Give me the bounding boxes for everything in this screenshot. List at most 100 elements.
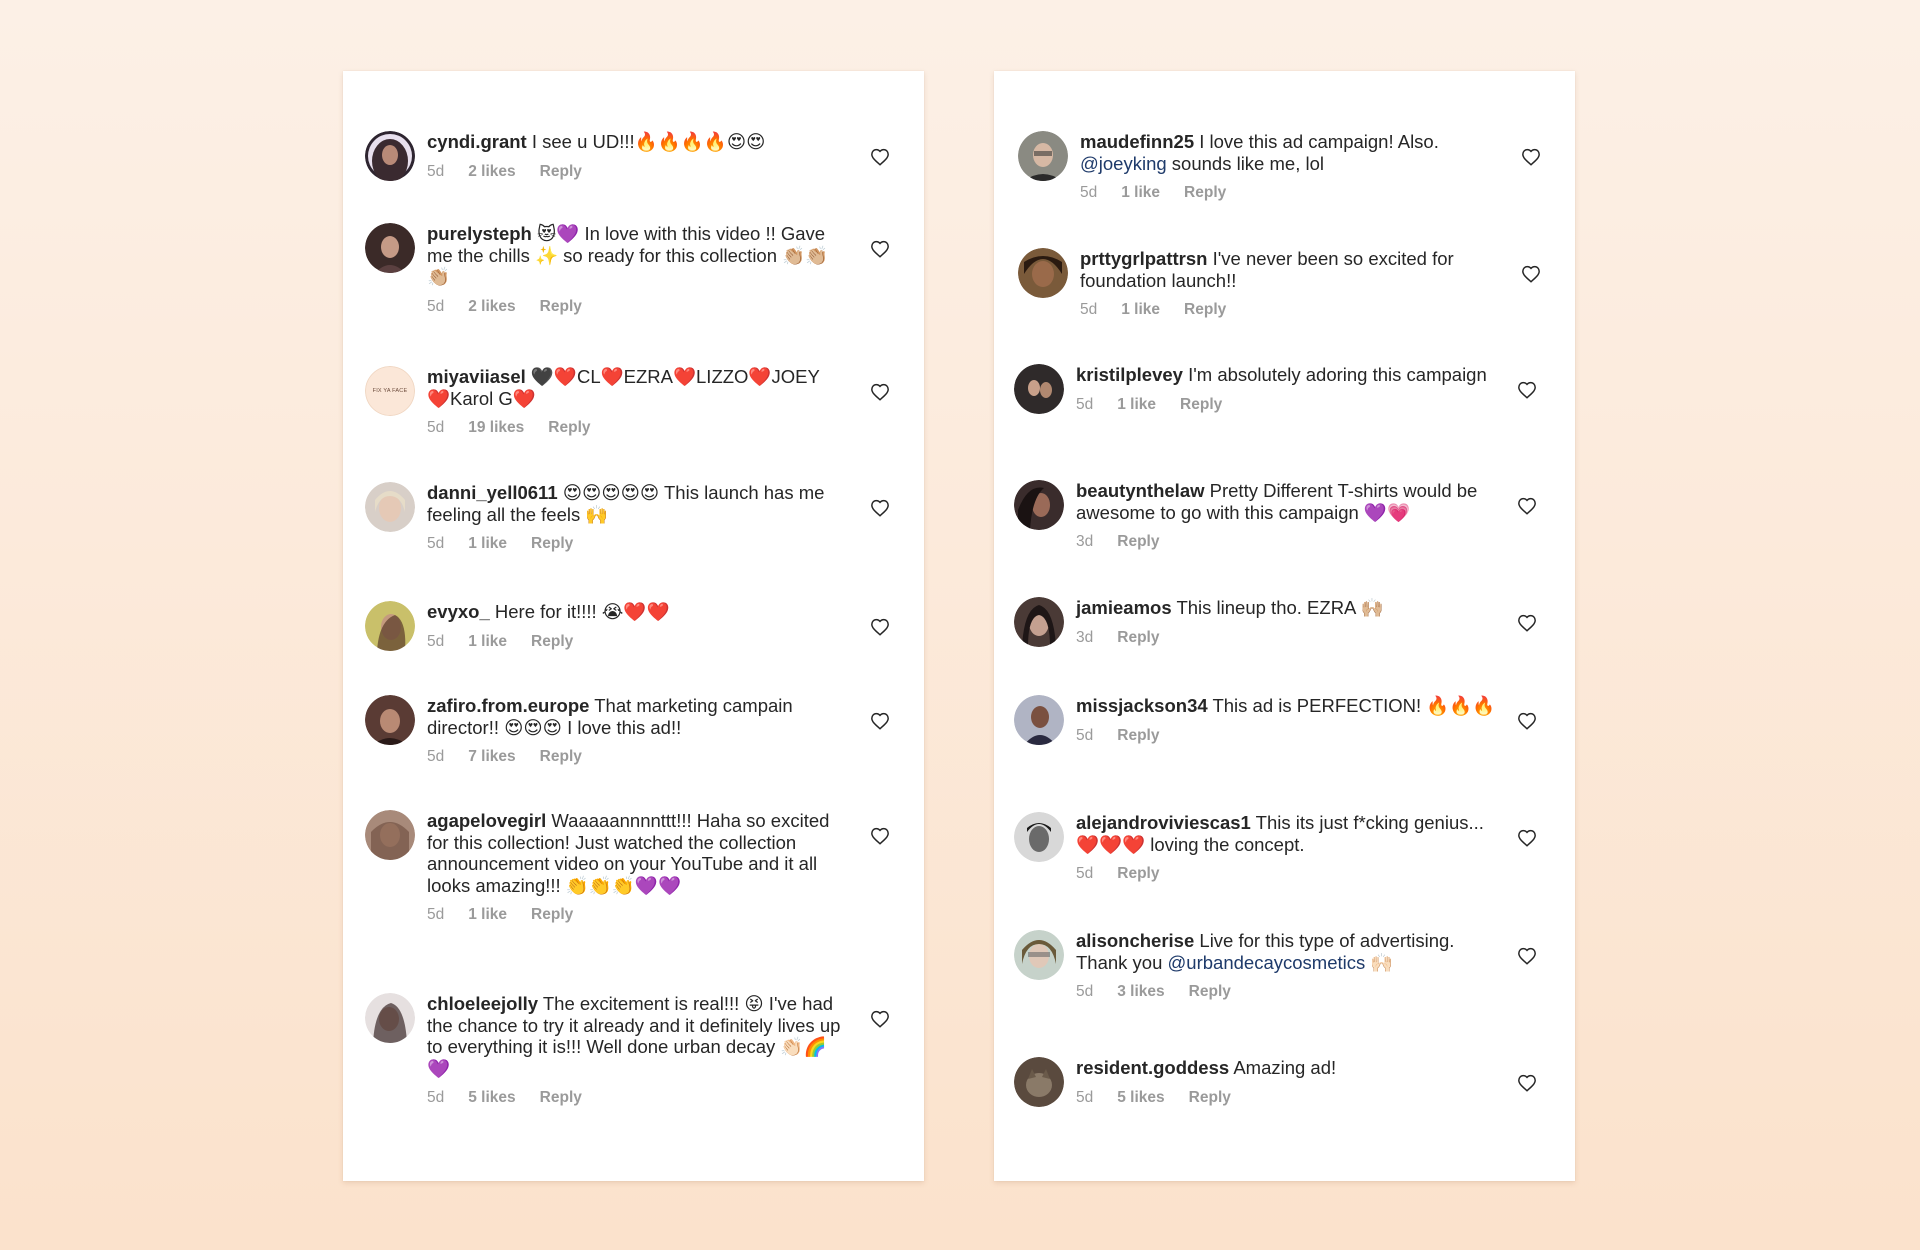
comment-time[interactable]: 5d xyxy=(1076,865,1093,883)
heart-icon[interactable] xyxy=(1517,947,1537,965)
comment-time[interactable]: 5d xyxy=(427,748,444,766)
comment-likes[interactable]: 1 like xyxy=(1117,396,1156,414)
heart-icon[interactable] xyxy=(870,1010,890,1028)
reply-button[interactable]: Reply xyxy=(1117,629,1159,647)
comment-time[interactable]: 5d xyxy=(427,163,444,181)
comment-time[interactable]: 5d xyxy=(427,298,444,316)
reply-button[interactable]: Reply xyxy=(540,163,582,181)
heart-icon[interactable] xyxy=(1521,148,1541,166)
avatar[interactable] xyxy=(1014,480,1064,530)
avatar[interactable] xyxy=(1014,597,1064,647)
comment-time[interactable]: 5d xyxy=(1076,727,1093,745)
comment-time[interactable]: 5d xyxy=(427,1089,444,1107)
reply-button[interactable]: Reply xyxy=(531,906,573,924)
comment-likes[interactable]: 19 likes xyxy=(468,419,524,437)
comment-username[interactable]: chloeleejolly xyxy=(427,993,538,1014)
reply-button[interactable]: Reply xyxy=(1180,396,1222,414)
comment-username[interactable]: cyndi.grant xyxy=(427,131,527,152)
comment-username[interactable]: danni_yell0611 xyxy=(427,482,558,503)
heart-icon[interactable] xyxy=(1517,829,1537,847)
comment-likes[interactable]: 2 likes xyxy=(468,298,515,316)
comment-time[interactable]: 5d xyxy=(1076,396,1093,414)
reply-button[interactable]: Reply xyxy=(1184,301,1226,319)
avatar[interactable] xyxy=(365,601,415,651)
avatar[interactable] xyxy=(365,695,415,745)
comment-time[interactable]: 5d xyxy=(1076,983,1093,1001)
comment-likes[interactable]: 5 likes xyxy=(468,1089,515,1107)
comment-username[interactable]: evyxo_ xyxy=(427,601,490,622)
avatar[interactable] xyxy=(365,482,415,532)
comment-username[interactable]: resident.goddess xyxy=(1076,1057,1229,1078)
mention-link[interactable]: @joeyking xyxy=(1080,153,1167,174)
comment-username[interactable]: prttygrlpattrsn xyxy=(1080,248,1207,269)
reply-button[interactable]: Reply xyxy=(531,535,573,553)
avatar[interactable] xyxy=(1014,812,1064,862)
comment-likes[interactable]: 1 like xyxy=(1121,184,1160,202)
reply-button[interactable]: Reply xyxy=(1117,865,1159,883)
comment-username[interactable]: zafiro.from.europe xyxy=(427,695,589,716)
comment-username[interactable]: missjackson34 xyxy=(1076,695,1208,716)
reply-button[interactable]: Reply xyxy=(548,419,590,437)
reply-button[interactable]: Reply xyxy=(1189,983,1231,1001)
comment-username[interactable]: jamieamos xyxy=(1076,597,1172,618)
comment-likes[interactable]: 1 like xyxy=(468,633,507,651)
comment-username[interactable]: alejandroviviescas1 xyxy=(1076,812,1251,833)
comment-time[interactable]: 5d xyxy=(1080,301,1097,319)
heart-icon[interactable] xyxy=(1517,712,1537,730)
comment-username[interactable]: purelysteph xyxy=(427,223,532,244)
comment-time[interactable]: 5d xyxy=(427,906,444,924)
heart-icon[interactable] xyxy=(870,240,890,258)
comment-likes[interactable]: 1 like xyxy=(1121,301,1160,319)
avatar[interactable] xyxy=(1014,364,1064,414)
comment-time[interactable]: 5d xyxy=(1080,184,1097,202)
comment-likes[interactable]: 7 likes xyxy=(468,748,515,766)
heart-icon[interactable] xyxy=(870,827,890,845)
avatar[interactable] xyxy=(1018,248,1068,298)
comment-likes[interactable]: 1 like xyxy=(468,906,507,924)
reply-button[interactable]: Reply xyxy=(540,748,582,766)
comment-username[interactable]: alisoncherise xyxy=(1076,930,1194,951)
heart-icon[interactable] xyxy=(1517,381,1537,399)
avatar[interactable]: FIX YA FACE xyxy=(365,366,415,416)
reply-button[interactable]: Reply xyxy=(1117,727,1159,745)
comment-username[interactable]: miyaviiasel xyxy=(427,366,526,387)
comment-time[interactable]: 5d xyxy=(427,535,444,553)
avatar[interactable] xyxy=(365,131,415,181)
comment-username[interactable]: kristilplevey xyxy=(1076,364,1183,385)
comment-username[interactable]: maudefinn25 xyxy=(1080,131,1194,152)
reply-button[interactable]: Reply xyxy=(1184,184,1226,202)
avatar[interactable] xyxy=(365,223,415,273)
comment-time[interactable]: 5d xyxy=(427,419,444,437)
heart-icon[interactable] xyxy=(870,383,890,401)
heart-icon[interactable] xyxy=(1517,614,1537,632)
avatar[interactable] xyxy=(1014,695,1064,745)
heart-icon[interactable] xyxy=(870,499,890,517)
avatar[interactable] xyxy=(365,993,415,1043)
reply-button[interactable]: Reply xyxy=(531,633,573,651)
avatar[interactable] xyxy=(1014,1057,1064,1107)
comment-time[interactable]: 3d xyxy=(1076,533,1093,551)
comment-likes[interactable]: 1 like xyxy=(468,535,507,553)
reply-button[interactable]: Reply xyxy=(540,1089,582,1107)
comment-likes[interactable]: 2 likes xyxy=(468,163,515,181)
avatar[interactable] xyxy=(1014,930,1064,980)
comment-username[interactable]: beautynthelaw xyxy=(1076,480,1205,501)
heart-icon[interactable] xyxy=(870,148,890,166)
comment-username[interactable]: agapelovegirl xyxy=(427,810,546,831)
reply-button[interactable]: Reply xyxy=(540,298,582,316)
comment-time[interactable]: 3d xyxy=(1076,629,1093,647)
avatar[interactable] xyxy=(1018,131,1068,181)
mention-link[interactable]: @urbandecaycosmetics xyxy=(1168,952,1366,973)
comment-likes[interactable]: 5 likes xyxy=(1117,1089,1164,1107)
heart-icon[interactable] xyxy=(1517,497,1537,515)
avatar[interactable] xyxy=(365,810,415,860)
reply-button[interactable]: Reply xyxy=(1117,533,1159,551)
comment-likes[interactable]: 3 likes xyxy=(1117,983,1164,1001)
comment-time[interactable]: 5d xyxy=(1076,1089,1093,1107)
comment-time[interactable]: 5d xyxy=(427,633,444,651)
heart-icon[interactable] xyxy=(1521,265,1541,283)
reply-button[interactable]: Reply xyxy=(1189,1089,1231,1107)
heart-icon[interactable] xyxy=(870,712,890,730)
heart-icon[interactable] xyxy=(870,618,890,636)
heart-icon[interactable] xyxy=(1517,1074,1537,1092)
